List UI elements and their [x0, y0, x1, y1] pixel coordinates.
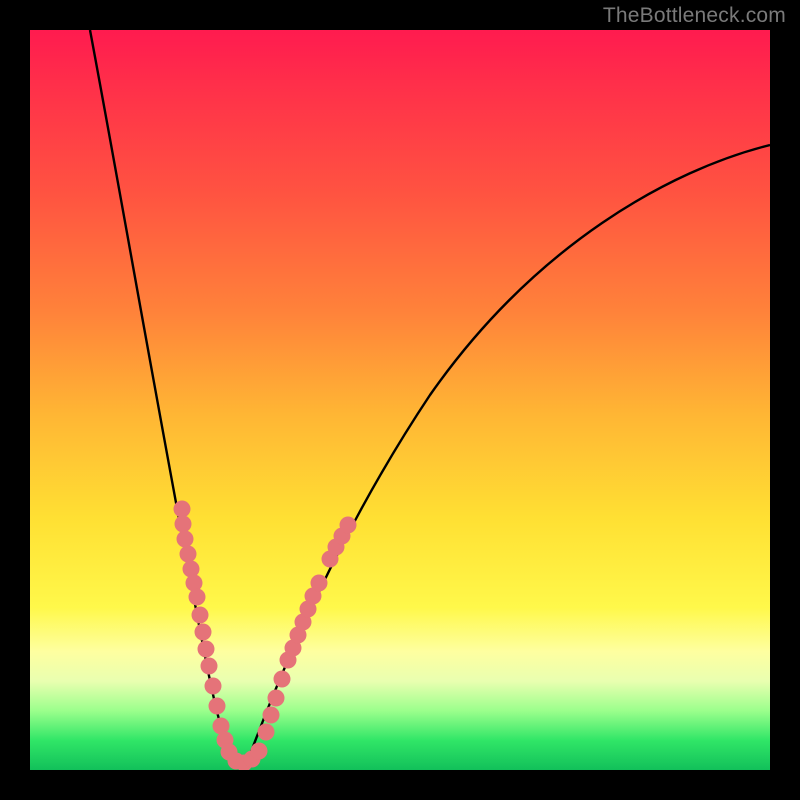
- data-dot: [198, 641, 215, 658]
- data-dot: [311, 575, 328, 592]
- data-dot: [175, 516, 192, 533]
- data-dot: [180, 546, 197, 563]
- data-dot: [195, 624, 212, 641]
- data-dot: [251, 743, 268, 760]
- plot-area: [30, 30, 770, 770]
- data-dots: [174, 501, 357, 771]
- data-dot: [174, 501, 191, 518]
- data-dot: [177, 531, 194, 548]
- data-dot: [186, 575, 203, 592]
- data-dot: [268, 690, 285, 707]
- right-curve: [245, 145, 770, 768]
- data-dot: [274, 671, 291, 688]
- data-dot: [183, 561, 200, 578]
- watermark-text: TheBottleneck.com: [603, 4, 786, 28]
- data-dot: [192, 607, 209, 624]
- data-dot: [258, 724, 275, 741]
- data-dot: [189, 589, 206, 606]
- data-dot: [340, 517, 357, 534]
- curve-overlay: [30, 30, 770, 770]
- data-dot: [201, 658, 218, 675]
- data-dot: [263, 707, 280, 724]
- outer-frame: TheBottleneck.com: [0, 0, 800, 800]
- data-dot: [205, 678, 222, 695]
- data-dot: [209, 698, 226, 715]
- left-curve: [90, 30, 238, 768]
